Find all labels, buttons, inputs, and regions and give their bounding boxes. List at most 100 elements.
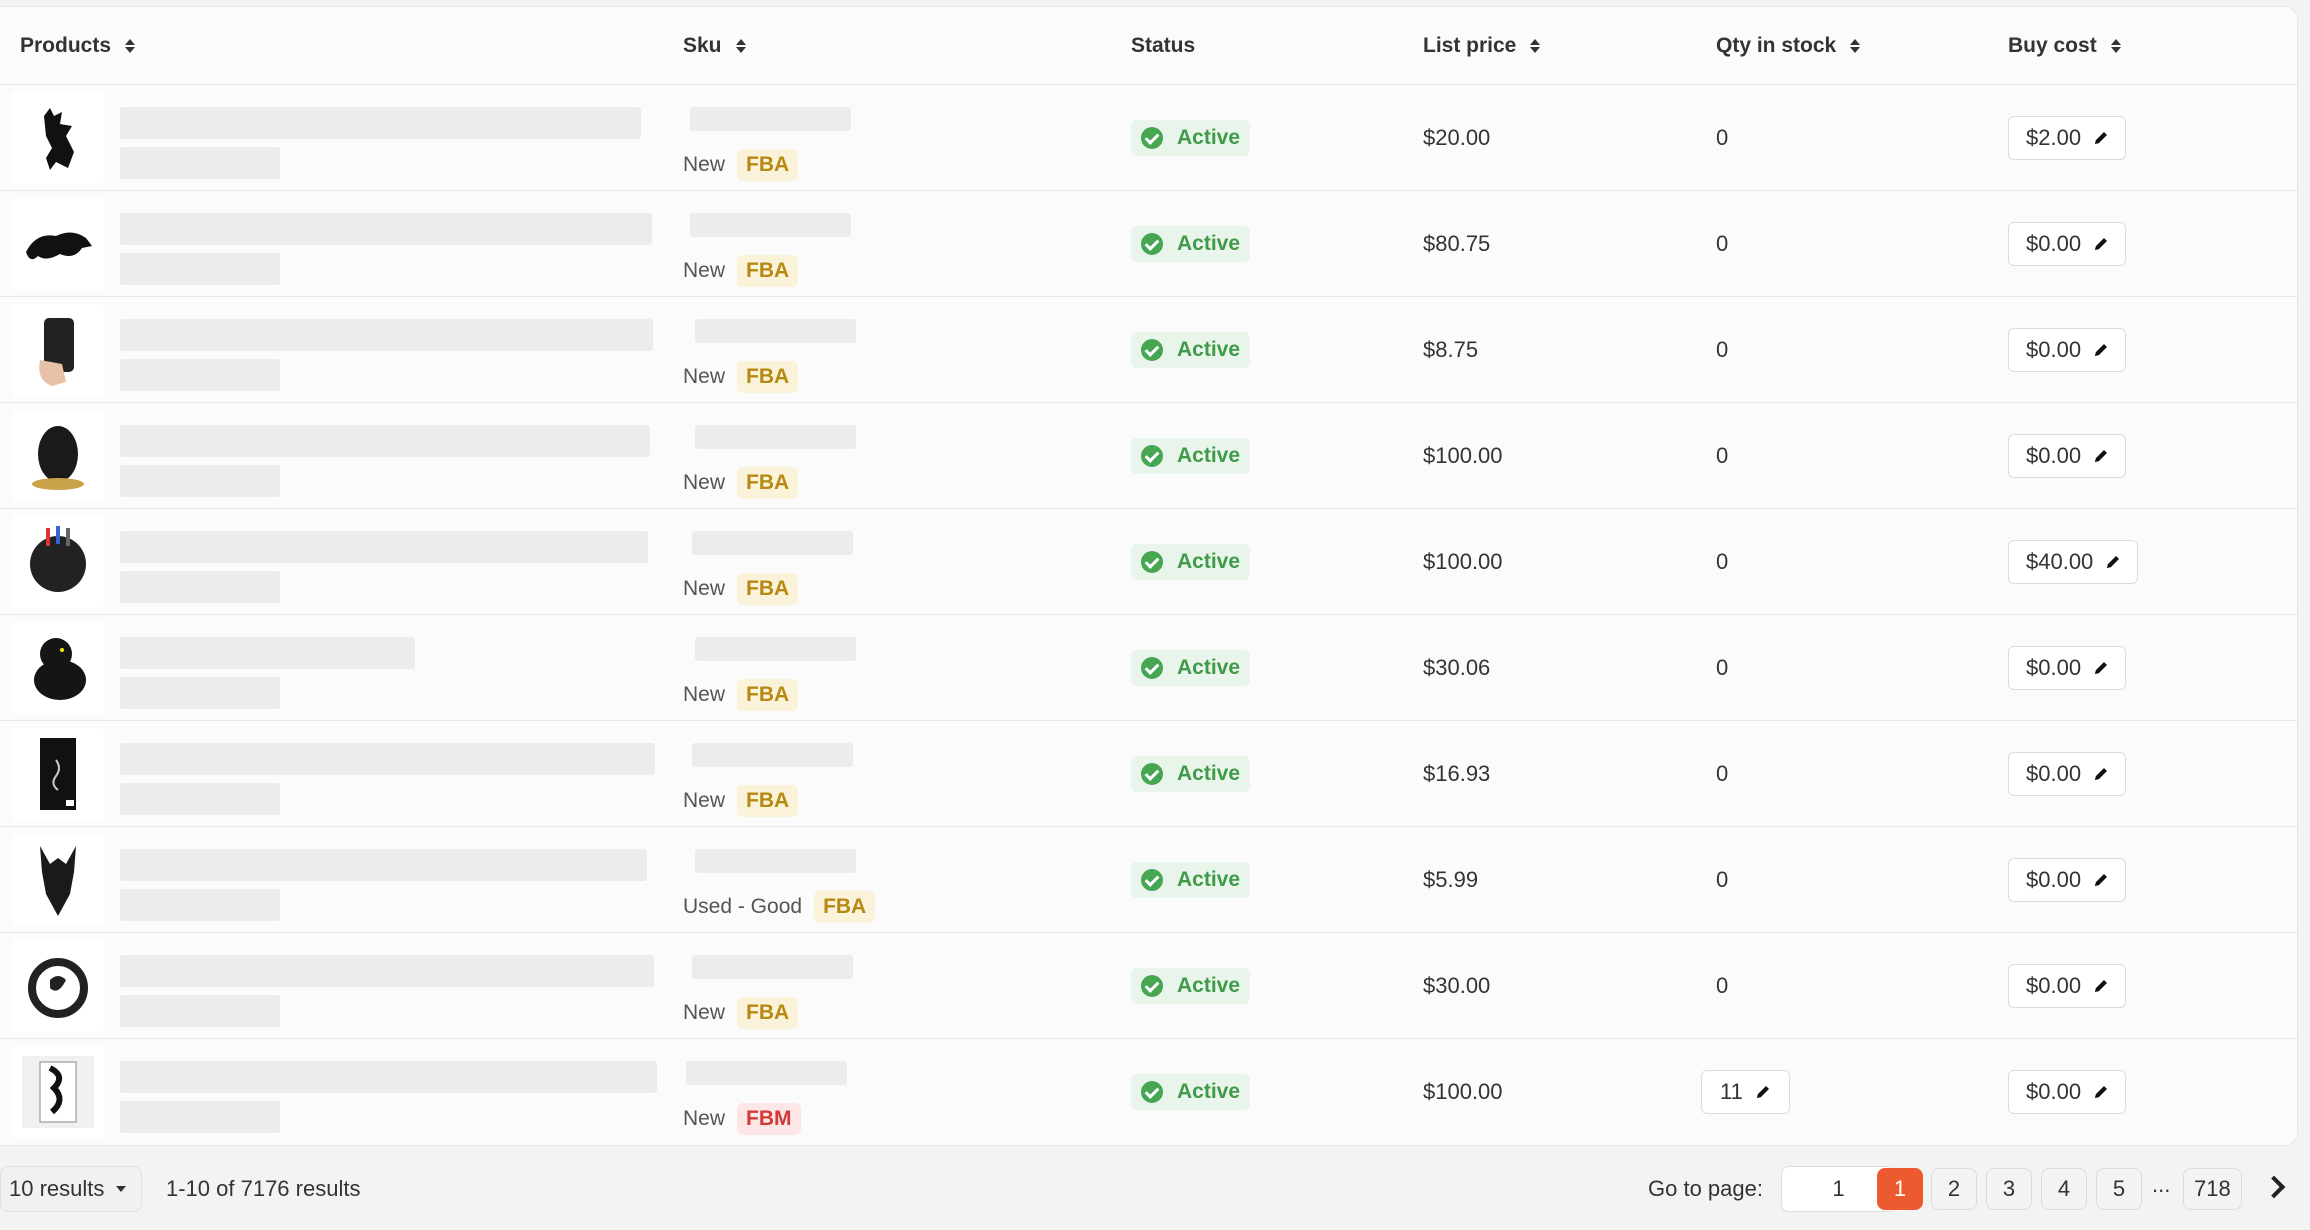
- buy-cost-edit-button[interactable]: $2.00: [2008, 116, 2127, 160]
- product-thumbnail[interactable]: [12, 622, 104, 714]
- pencil-icon[interactable]: [2093, 342, 2109, 358]
- sort-icon[interactable]: [1850, 39, 1861, 53]
- product-title-placeholder: [120, 743, 655, 775]
- table-row[interactable]: New FBA Active $16.93 0 $0.00: [0, 721, 2297, 827]
- page-button[interactable]: 4: [2041, 1168, 2087, 1210]
- table-row[interactable]: New FBA Active $80.75 0 $0.00: [0, 191, 2297, 297]
- column-header-buy-cost[interactable]: Buy cost: [2008, 7, 2121, 85]
- product-thumbnail[interactable]: [12, 198, 104, 290]
- product-asin-placeholder: [120, 995, 280, 1027]
- table-row[interactable]: New FBA Active $30.06 0 $0.00: [0, 615, 2297, 721]
- check-circle-icon: [1141, 551, 1163, 573]
- column-header-list-price[interactable]: List price: [1423, 7, 1541, 85]
- condition-label: New FBM: [683, 1103, 801, 1135]
- dragon-plush-icon: [34, 638, 86, 700]
- pencil-icon[interactable]: [2093, 130, 2109, 146]
- product-asin-placeholder: [120, 889, 280, 921]
- status-badge: Active: [1131, 332, 1251, 368]
- product-asin-placeholder: [120, 147, 280, 179]
- product-thumbnail[interactable]: [12, 1046, 104, 1138]
- table-row[interactable]: New FBA Active $20.00 0 $2.00: [0, 85, 2297, 191]
- table-row[interactable]: Used - Good FBA Active $5.99 0 $0.00: [0, 827, 2297, 933]
- status-badge: Active: [1131, 226, 1251, 262]
- dragon-toy-icon: [26, 232, 92, 260]
- status-badge: Active: [1131, 544, 1251, 580]
- buy-cost-edit-button[interactable]: $0.00: [2008, 434, 2127, 478]
- product-asin-placeholder: [120, 253, 280, 285]
- page-button[interactable]: 3: [1986, 1168, 2032, 1210]
- check-circle-icon: [1141, 233, 1163, 255]
- sort-icon[interactable]: [1530, 39, 1541, 53]
- column-header-products[interactable]: Products: [20, 7, 136, 85]
- check-circle-icon: [1141, 445, 1163, 467]
- check-circle-icon: [1141, 869, 1163, 891]
- results-per-page-select[interactable]: 10 results: [0, 1166, 142, 1212]
- page-button-last[interactable]: 718: [2183, 1168, 2242, 1210]
- status-badge: Active: [1131, 120, 1251, 156]
- qty-in-stock: 0: [1716, 867, 1729, 892]
- pagination-bar: 10 results 1-10 of 7176 results Go to pa…: [0, 1166, 2310, 1218]
- buy-cost-edit-button[interactable]: $0.00: [2008, 222, 2127, 266]
- dragon-head-icon: [40, 846, 76, 916]
- book-icon: [40, 738, 76, 810]
- sort-icon[interactable]: [125, 39, 136, 53]
- table-row[interactable]: New FBA Active $100.00 0 $0.00: [0, 403, 2297, 509]
- table-row[interactable]: New FBA Active $30.00 0 $0.00: [0, 933, 2297, 1039]
- product-thumbnail[interactable]: [12, 410, 104, 502]
- product-title-placeholder: [120, 531, 648, 563]
- pencil-icon[interactable]: [2093, 660, 2109, 676]
- pencil-icon[interactable]: [2093, 236, 2109, 252]
- buy-cost-edit-button[interactable]: $0.00: [2008, 1070, 2127, 1114]
- pencil-icon[interactable]: [2093, 448, 2109, 464]
- fulfillment-badge: FBA: [737, 255, 799, 287]
- product-thumbnail[interactable]: [12, 834, 104, 926]
- product-thumbnail[interactable]: [12, 728, 104, 820]
- page-button[interactable]: 5: [2096, 1168, 2142, 1210]
- qty-in-stock: 0: [1716, 443, 1729, 468]
- product-title-placeholder: [120, 1061, 657, 1093]
- dragon-wall-art-icon: [22, 1056, 94, 1128]
- list-price: $20.00: [1423, 125, 1491, 150]
- buy-cost-edit-button[interactable]: $0.00: [2008, 964, 2127, 1008]
- product-thumbnail[interactable]: [12, 940, 104, 1032]
- table-row[interactable]: New FBM Active $100.00 11 $0.00: [0, 1039, 2297, 1145]
- product-thumbnail[interactable]: [12, 92, 104, 184]
- pencil-icon[interactable]: [2093, 1084, 2109, 1100]
- pencil-icon[interactable]: [2093, 978, 2109, 994]
- pencil-icon[interactable]: [2105, 554, 2121, 570]
- column-header-sku[interactable]: Sku: [683, 7, 746, 85]
- status-badge: Active: [1131, 756, 1251, 792]
- buy-cost-edit-button[interactable]: $0.00: [2008, 752, 2127, 796]
- check-circle-icon: [1141, 127, 1163, 149]
- fulfillment-badge: FBA: [737, 679, 799, 711]
- fulfillment-badge: FBM: [737, 1103, 801, 1135]
- list-price: $100.00: [1423, 443, 1503, 468]
- column-header-qty[interactable]: Qty in stock: [1716, 7, 1861, 85]
- sort-icon[interactable]: [2110, 39, 2121, 53]
- fulfillment-badge: FBA: [737, 149, 799, 181]
- pencil-icon[interactable]: [2093, 766, 2109, 782]
- check-circle-icon: [1141, 339, 1163, 361]
- buy-cost-edit-button[interactable]: $40.00: [2008, 540, 2139, 584]
- chevron-right-icon[interactable]: [2262, 1175, 2286, 1199]
- buy-cost-edit-button[interactable]: $0.00: [2008, 646, 2127, 690]
- sku-placeholder: [692, 531, 853, 555]
- table-row[interactable]: New FBA Active $100.00 0 $40.00: [0, 509, 2297, 615]
- qty-in-stock: 0: [1716, 761, 1729, 786]
- qty-edit-button[interactable]: 11: [1701, 1070, 1790, 1114]
- list-price: $30.06: [1423, 655, 1491, 680]
- sku-placeholder: [692, 955, 853, 979]
- product-thumbnail[interactable]: [12, 516, 104, 608]
- product-thumbnail[interactable]: [12, 304, 104, 396]
- buy-cost-edit-button[interactable]: $0.00: [2008, 858, 2127, 902]
- pencil-icon[interactable]: [1755, 1084, 1771, 1100]
- product-title-placeholder: [120, 955, 654, 987]
- sort-icon[interactable]: [735, 39, 746, 53]
- sku-placeholder: [690, 107, 851, 131]
- table-row[interactable]: New FBA Active $8.75 0 $0.00: [0, 297, 2297, 403]
- page-button[interactable]: 1: [1877, 1168, 1923, 1210]
- page-button[interactable]: 2: [1931, 1168, 1977, 1210]
- qty-in-stock: 0: [1716, 337, 1729, 362]
- buy-cost-edit-button[interactable]: $0.00: [2008, 328, 2127, 372]
- pencil-icon[interactable]: [2093, 872, 2109, 888]
